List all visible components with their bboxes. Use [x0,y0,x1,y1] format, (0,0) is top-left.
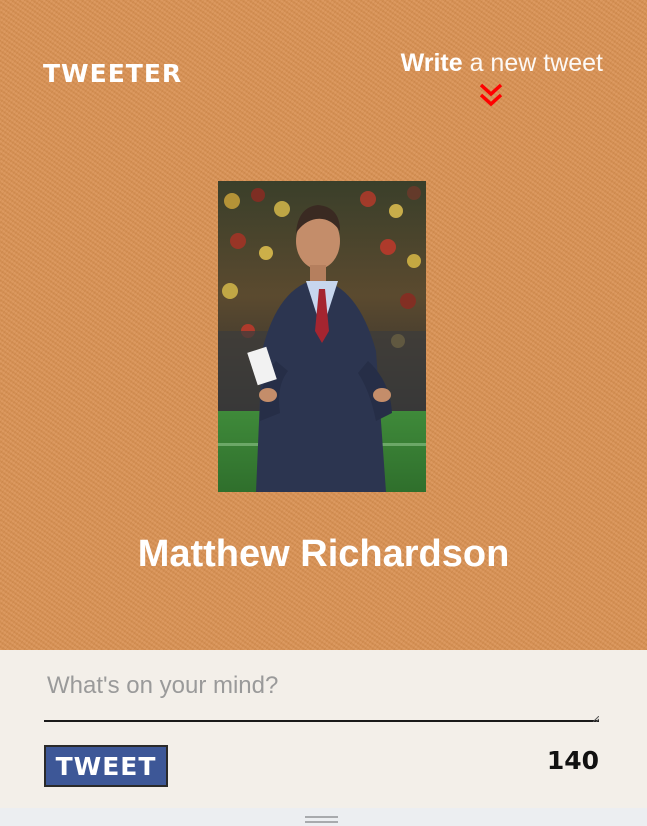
double-chevron-down-icon[interactable] [478,82,504,108]
write-link-strong: Write [400,49,463,77]
profile-photo [218,181,426,492]
write-link-light: a new tweet [462,49,603,77]
tweet-input[interactable] [44,672,599,722]
drag-handle-icon[interactable] [305,816,338,824]
app-logo[interactable]: TWEETER [43,58,182,90]
drag-handle-line [305,816,338,818]
character-counter: 140 [546,746,599,775]
profile-hero: TWEETER Write a new tweet Matthew Richar… [0,0,647,650]
profile-photo-illustration [218,181,426,492]
compose-panel: TWEET 140 [0,650,647,808]
bottom-bar [0,808,647,826]
profile-name: Matthew Richardson [137,533,510,575]
resize-grip-icon[interactable] [593,716,599,722]
drag-handle-line [305,821,338,823]
tweet-button[interactable]: TWEET [44,745,168,787]
write-new-tweet-link[interactable]: Write a new tweet [401,47,603,79]
